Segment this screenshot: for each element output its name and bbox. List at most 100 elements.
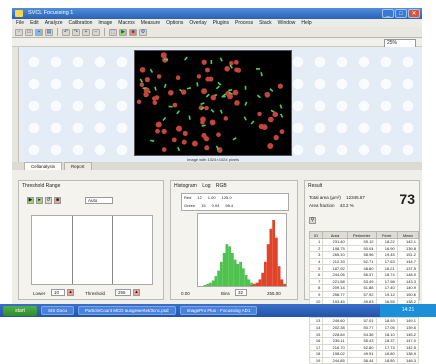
table-row[interactable]: 6 244.06 56.37 18.74 148.0 <box>308 270 420 279</box>
filter-button[interactable]: ⚲ <box>309 217 316 224</box>
threshold-plot[interactable] <box>31 215 153 285</box>
bins-input[interactable]: 32 <box>235 289 247 296</box>
menu-item-calibration[interactable]: Calibration <box>68 20 92 26</box>
table-row[interactable]: 1 231.40 55.12 18.22 142.1 <box>308 238 420 246</box>
image-window[interactable] <box>134 50 292 156</box>
menu-item-plugins[interactable]: Plugins <box>213 20 229 26</box>
column-header[interactable]: ID <box>308 231 324 239</box>
threshold-upper-line[interactable] <box>112 216 113 284</box>
zoom-in-icon[interactable]: + <box>82 28 90 36</box>
green-particle <box>150 139 155 142</box>
open-icon[interactable]: ▭ <box>25 28 33 36</box>
red-cell <box>227 93 233 100</box>
taskbar-item[interactable]: ImagePro Plus - Focussing AD1 <box>179 306 258 315</box>
taskbar-item[interactable]: ParticleCount MCD ausgewertet/3cnc.psd <box>78 306 176 315</box>
table-row[interactable]: 18 198.02 49.91 16.80 138.9 <box>308 350 420 358</box>
table-row[interactable]: 13 249.60 57.01 18.93 149.1 <box>308 317 420 325</box>
window-title-bar[interactable]: SVCL Focussing 1 _ □ ✕ <box>12 8 422 19</box>
print-icon[interactable]: ▤ <box>45 28 53 36</box>
table-cell: 265.10 <box>322 251 348 259</box>
menu-item-measure[interactable]: Measure <box>141 20 160 26</box>
menu-item-image[interactable]: Image <box>98 20 112 26</box>
column-header[interactable]: Feret <box>375 231 398 239</box>
zoom-out-icon[interactable]: − <box>92 28 100 36</box>
histogram-bar-green <box>214 276 218 286</box>
close-button[interactable]: ✕ <box>408 9 420 18</box>
upper-input[interactable]: 255 <box>115 289 131 296</box>
green-particle <box>250 120 255 125</box>
start-button[interactable]: start <box>3 305 37 316</box>
red-cell <box>136 99 142 104</box>
settings-icon[interactable]: ⚙ <box>139 28 147 36</box>
column-header[interactable]: Area <box>322 231 348 239</box>
histogram-bar-red <box>253 283 256 286</box>
table-row[interactable]: 7 221.58 53.49 17.98 143.3 <box>308 277 420 286</box>
select-icon[interactable]: ⬚ <box>109 28 117 36</box>
table-row[interactable]: 14 202.38 50.77 17.05 139.6 <box>308 323 420 332</box>
red-cell <box>160 52 167 59</box>
table-row[interactable]: 2 198.75 50.04 16.90 139.8 <box>308 244 420 253</box>
menu-item-analyze[interactable]: Analyze <box>45 20 63 26</box>
table-row[interactable]: 9 256.77 57.92 19.12 150.6 <box>308 290 420 299</box>
table-cell: 187.92 <box>322 264 348 272</box>
threshold-lower-line[interactable] <box>72 216 73 284</box>
menu-item-stack[interactable]: Stack <box>259 20 272 26</box>
table-cell: 13 <box>308 317 324 325</box>
main-toolbar: ▫ ▭ ▪ ▤ ↶ ↷ + − ⬚ ▶ ■ ⚙ <box>12 27 422 38</box>
auto-select[interactable]: Auto <box>85 197 113 204</box>
menu-item-process[interactable]: Process <box>235 20 253 26</box>
minimize-button[interactable]: _ <box>382 9 394 18</box>
save-icon[interactable]: ▪ <box>35 28 43 36</box>
histogram-bar-green <box>225 244 229 286</box>
table-row[interactable]: 19 244.85 56.44 18.80 148.3 <box>308 356 420 364</box>
menu-item-help[interactable]: Help <box>301 20 311 26</box>
red-cell <box>161 147 167 153</box>
red-cell <box>144 77 151 83</box>
table-row[interactable]: 5 187.92 48.80 16.21 137.5 <box>308 264 420 272</box>
menu-item-window[interactable]: Window <box>278 20 296 26</box>
menu-item-macros[interactable]: Macros <box>118 20 134 26</box>
menu-item-overlay[interactable]: Overlay <box>189 20 206 26</box>
redo-icon[interactable]: ↷ <box>72 28 80 36</box>
menu-item-file[interactable]: File <box>16 20 24 26</box>
histogram-mode[interactable]: Log <box>202 183 210 189</box>
green-particle <box>200 102 205 106</box>
menu-item-options[interactable]: Options <box>166 20 183 26</box>
table-cell: 140.9 <box>396 284 420 292</box>
reset-button[interactable]: ↺ <box>45 197 52 204</box>
left-tool-strip[interactable] <box>12 47 19 162</box>
table-row[interactable]: 16 235.11 55.43 18.37 147.0 <box>308 336 420 345</box>
tab-report[interactable]: Report <box>64 162 92 170</box>
tab-cellanalysis[interactable]: Cellanalysis <box>24 162 63 170</box>
red-cell <box>203 135 208 141</box>
table-row[interactable]: 8 209.14 51.88 17.40 140.9 <box>308 284 420 292</box>
window-title: SVCL Focussing 1 <box>28 10 74 16</box>
step-button[interactable]: ▸ <box>36 197 43 204</box>
table-row[interactable]: 3 265.10 58.96 19.45 151.2 <box>308 251 420 259</box>
table-row[interactable]: 4 212.33 52.71 17.63 144.7 <box>308 257 420 266</box>
taskbar-item[interactable]: SIS Docu <box>41 306 75 315</box>
run-button[interactable]: ▶ <box>27 197 34 204</box>
table-row[interactable]: 15 228.84 54.36 18.10 145.2 <box>308 330 420 338</box>
histogram-channel[interactable]: RGB <box>216 183 227 189</box>
result-table[interactable]: ID Area Perimeter Feret Mean 1 231.40 55.12 18.… <box>308 231 420 364</box>
maximize-button[interactable]: □ <box>395 9 407 18</box>
table-cell: 48.80 <box>346 264 377 272</box>
stop-button[interactable]: ■ <box>54 197 61 204</box>
run-icon[interactable]: ▶ <box>119 28 127 36</box>
histogram-bar-green <box>244 275 248 286</box>
upper-apply-button[interactable]: ▴ <box>133 289 140 296</box>
menu-item-edit[interactable]: Edit <box>30 20 39 26</box>
column-header[interactable]: Perimeter <box>346 231 377 239</box>
red-cell <box>268 116 274 123</box>
column-header[interactable]: Mean <box>396 231 420 239</box>
histogram-plot[interactable] <box>197 213 287 287</box>
lower-input[interactable]: 10 <box>51 289 65 296</box>
histogram-bar-green <box>217 270 220 286</box>
undo-icon[interactable]: ↶ <box>62 28 70 36</box>
stop-icon[interactable]: ■ <box>129 28 137 36</box>
lower-apply-button[interactable]: ▴ <box>67 289 74 296</box>
table-row[interactable]: 17 216.70 52.80 17.74 142.5 <box>308 343 420 352</box>
red-cell <box>233 59 239 65</box>
new-icon[interactable]: ▫ <box>15 28 23 36</box>
